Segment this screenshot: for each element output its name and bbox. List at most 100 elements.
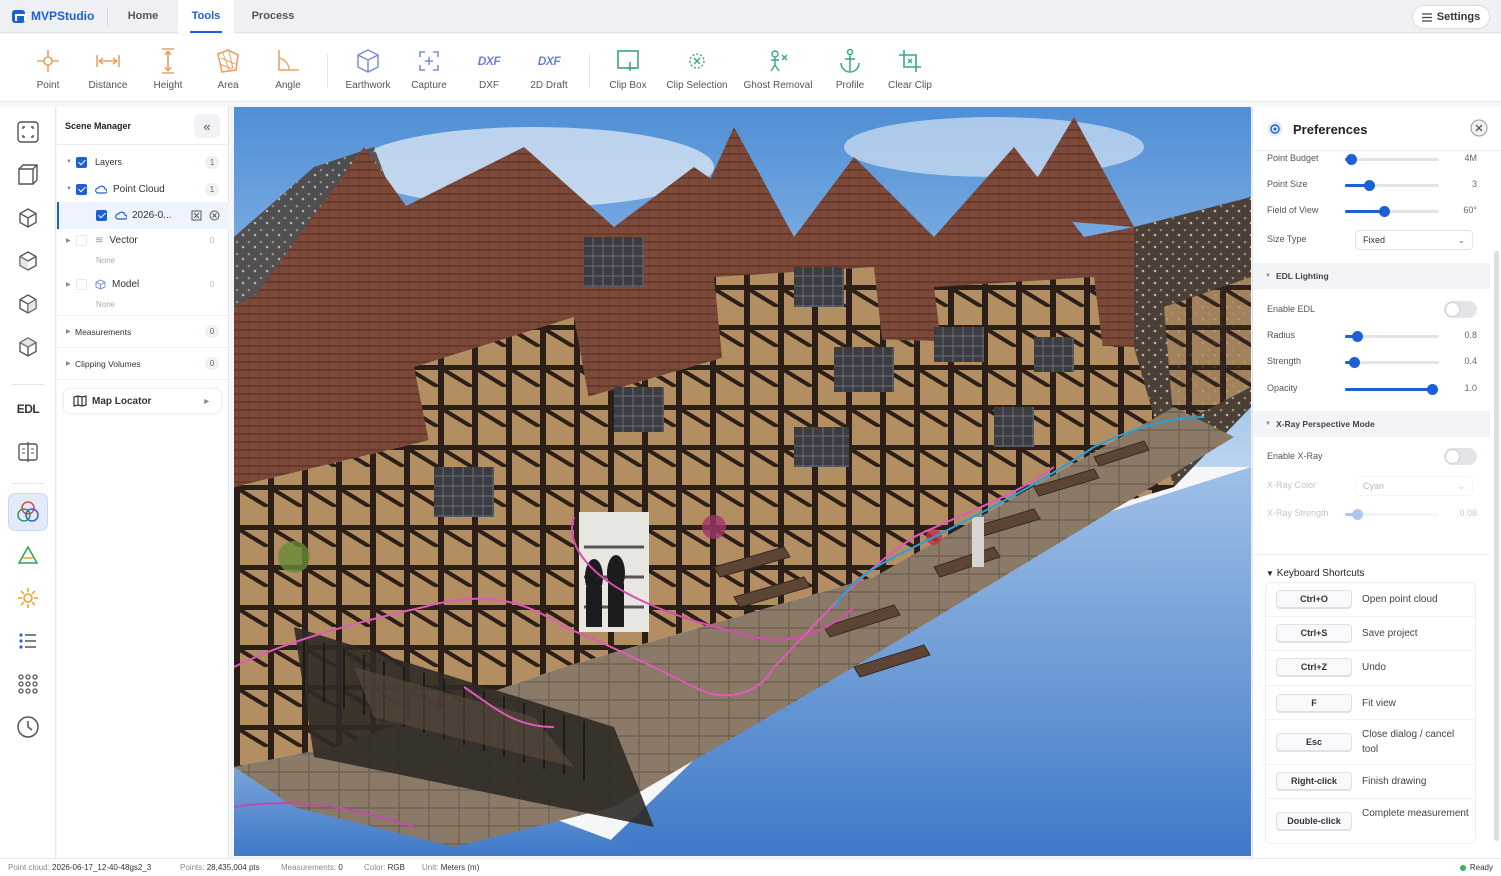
split-view-button[interactable] <box>8 433 48 471</box>
cloud-item-checkbox[interactable] <box>96 210 107 221</box>
tool-clip-box[interactable]: Clip Box <box>606 34 650 102</box>
slider-knob[interactable] <box>1427 384 1439 395</box>
cloud-icon <box>115 211 127 220</box>
point-cloud-viewport[interactable] <box>234 107 1251 856</box>
tab-home[interactable]: Home <box>108 0 178 33</box>
point-cloud-item[interactable]: 2026-0... <box>57 202 229 229</box>
top-view-button[interactable] <box>8 199 48 237</box>
status-unit: Unit: Meters (m) <box>422 863 479 872</box>
list-button[interactable] <box>8 622 48 660</box>
history-button[interactable] <box>8 708 48 746</box>
tool-area[interactable]: Area <box>208 34 248 102</box>
field-of-view-slider[interactable] <box>1345 206 1439 217</box>
zoom-to-icon[interactable] <box>191 210 202 221</box>
enable-xray-label: Enable X-Ray <box>1267 451 1323 461</box>
clear-clip-icon <box>899 50 921 72</box>
slider-knob[interactable] <box>1345 154 1357 165</box>
radius-slider[interactable] <box>1345 331 1439 342</box>
model-cube-icon <box>95 278 106 290</box>
ghost-removal-icon <box>770 50 788 72</box>
edl-lighting-title: EDL Lighting <box>1275 271 1329 281</box>
model-checkbox[interactable] <box>76 278 87 290</box>
caret-right-icon[interactable]: ▶ <box>66 328 75 335</box>
xray-color-row: X-Ray Color Cyan ⌄ <box>1267 476 1477 496</box>
tool-earthwork[interactable]: Earthwork <box>340 34 396 102</box>
xray-section[interactable]: ▼ X-Ray Perspective Mode <box>1253 411 1490 437</box>
point-size-slider[interactable] <box>1345 180 1439 191</box>
tab-tools[interactable]: Tools <box>178 0 234 33</box>
terrain-button[interactable] <box>8 536 48 574</box>
status-label: Points: <box>180 863 205 872</box>
remove-icon[interactable] <box>209 210 220 221</box>
clock-icon <box>17 716 39 738</box>
preferences-scrollbar[interactable] <box>1494 155 1499 841</box>
slider-knob[interactable] <box>1379 206 1391 217</box>
caret-right-icon[interactable]: ▶ <box>66 360 75 367</box>
preferences-header: Preferences <box>1253 107 1501 151</box>
tool-profile[interactable]: Profile <box>830 34 870 102</box>
strength-slider[interactable] <box>1345 357 1439 368</box>
clipping-volumes-section[interactable]: ▶ Clipping Volumes 0 <box>57 347 229 379</box>
tool-height[interactable]: Height <box>148 34 188 102</box>
caret-down-icon[interactable]: ▼ <box>66 159 73 165</box>
edl-toggle[interactable]: EDL <box>8 390 48 428</box>
point-cloud-row[interactable]: ▼ Point Cloud 1 <box>57 177 229 201</box>
radius-value: 0.8 <box>1464 330 1477 340</box>
tool-clear-clip[interactable]: Clear Clip <box>886 34 934 102</box>
right-view-button[interactable] <box>8 328 48 366</box>
layers-row[interactable]: ▼ Layers 1 <box>57 150 229 174</box>
tab-process[interactable]: Process <box>234 0 312 33</box>
slider-knob[interactable] <box>1364 180 1376 191</box>
close-icon[interactable] <box>1470 119 1488 137</box>
opacity-slider[interactable] <box>1345 384 1439 395</box>
collapse-panel-button[interactable]: « <box>194 114 220 138</box>
measurements-section[interactable]: ▶ Measurements 0 <box>57 315 229 347</box>
left-view-button[interactable] <box>8 285 48 323</box>
status-label: Point cloud: <box>8 863 50 872</box>
keyboard-shortcuts-title[interactable]: ▼ Keyboard Shortcuts <box>1266 568 1365 579</box>
vector-row[interactable]: ▶ ≋ Vector 0 <box>57 228 229 252</box>
caret-down-icon[interactable]: ▼ <box>66 186 73 192</box>
chevron-down-icon: ⌄ <box>1457 481 1465 491</box>
edl-lighting-section[interactable]: ▼ EDL Lighting <box>1253 263 1490 289</box>
caret-right-icon[interactable]: ▶ <box>66 237 73 244</box>
tool-point[interactable]: Point <box>28 34 68 102</box>
settings-button[interactable]: Settings <box>1413 6 1489 28</box>
tool-label: 2D Draft <box>530 80 568 91</box>
slider-knob[interactable] <box>1352 331 1364 342</box>
slider-knob[interactable] <box>1352 509 1364 520</box>
tool-angle[interactable]: Angle <box>268 34 308 102</box>
xray-color-select[interactable]: Cyan ⌄ <box>1355 476 1473 496</box>
status-bar: Point cloud: 2026-06-17_12-40-48gs2_3 Po… <box>0 858 1501 876</box>
lighting-button[interactable] <box>8 579 48 617</box>
app-brand[interactable]: MVPStudio <box>12 9 94 23</box>
model-row[interactable]: ▶ Model 0 <box>57 272 229 296</box>
fit-view-button[interactable] <box>8 113 48 151</box>
tool-label: Point <box>36 80 60 91</box>
color-mode-button[interactable] <box>8 493 48 531</box>
shortcut-row: Double-click Complete measurement <box>1266 799 1475 843</box>
enable-edl-toggle[interactable] <box>1444 301 1477 318</box>
tool-2d-draft[interactable]: DXF 2D Draft <box>526 34 572 102</box>
perspective-view-button[interactable] <box>8 156 48 194</box>
vector-checkbox[interactable] <box>76 234 87 246</box>
enable-xray-toggle[interactable] <box>1444 448 1477 465</box>
xray-strength-slider[interactable] <box>1345 509 1439 520</box>
point-cloud-checkbox[interactable] <box>76 183 87 195</box>
map-locator-button[interactable]: Map Locator ▶ <box>64 389 221 413</box>
tool-clip-selection[interactable]: Clip Selection <box>664 34 730 102</box>
slider-knob[interactable] <box>1349 357 1361 368</box>
front-view-button[interactable] <box>8 242 48 280</box>
caret-right-icon[interactable]: ▶ <box>66 281 73 288</box>
section-divider <box>57 379 229 380</box>
tool-distance[interactable]: Distance <box>84 34 132 102</box>
layers-checkbox[interactable] <box>76 156 87 168</box>
tool-dxf[interactable]: DXF DXF <box>470 34 508 102</box>
tool-ghost-removal[interactable]: Ghost Removal <box>742 34 814 102</box>
apps-button[interactable] <box>8 665 48 703</box>
size-type-select[interactable]: Fixed ⌄ <box>1355 230 1473 250</box>
tool-capture[interactable]: Capture <box>408 34 450 102</box>
scrollbar-thumb[interactable] <box>1494 251 1499 841</box>
point-budget-slider[interactable] <box>1345 154 1439 165</box>
tool-label: Profile <box>835 80 865 91</box>
